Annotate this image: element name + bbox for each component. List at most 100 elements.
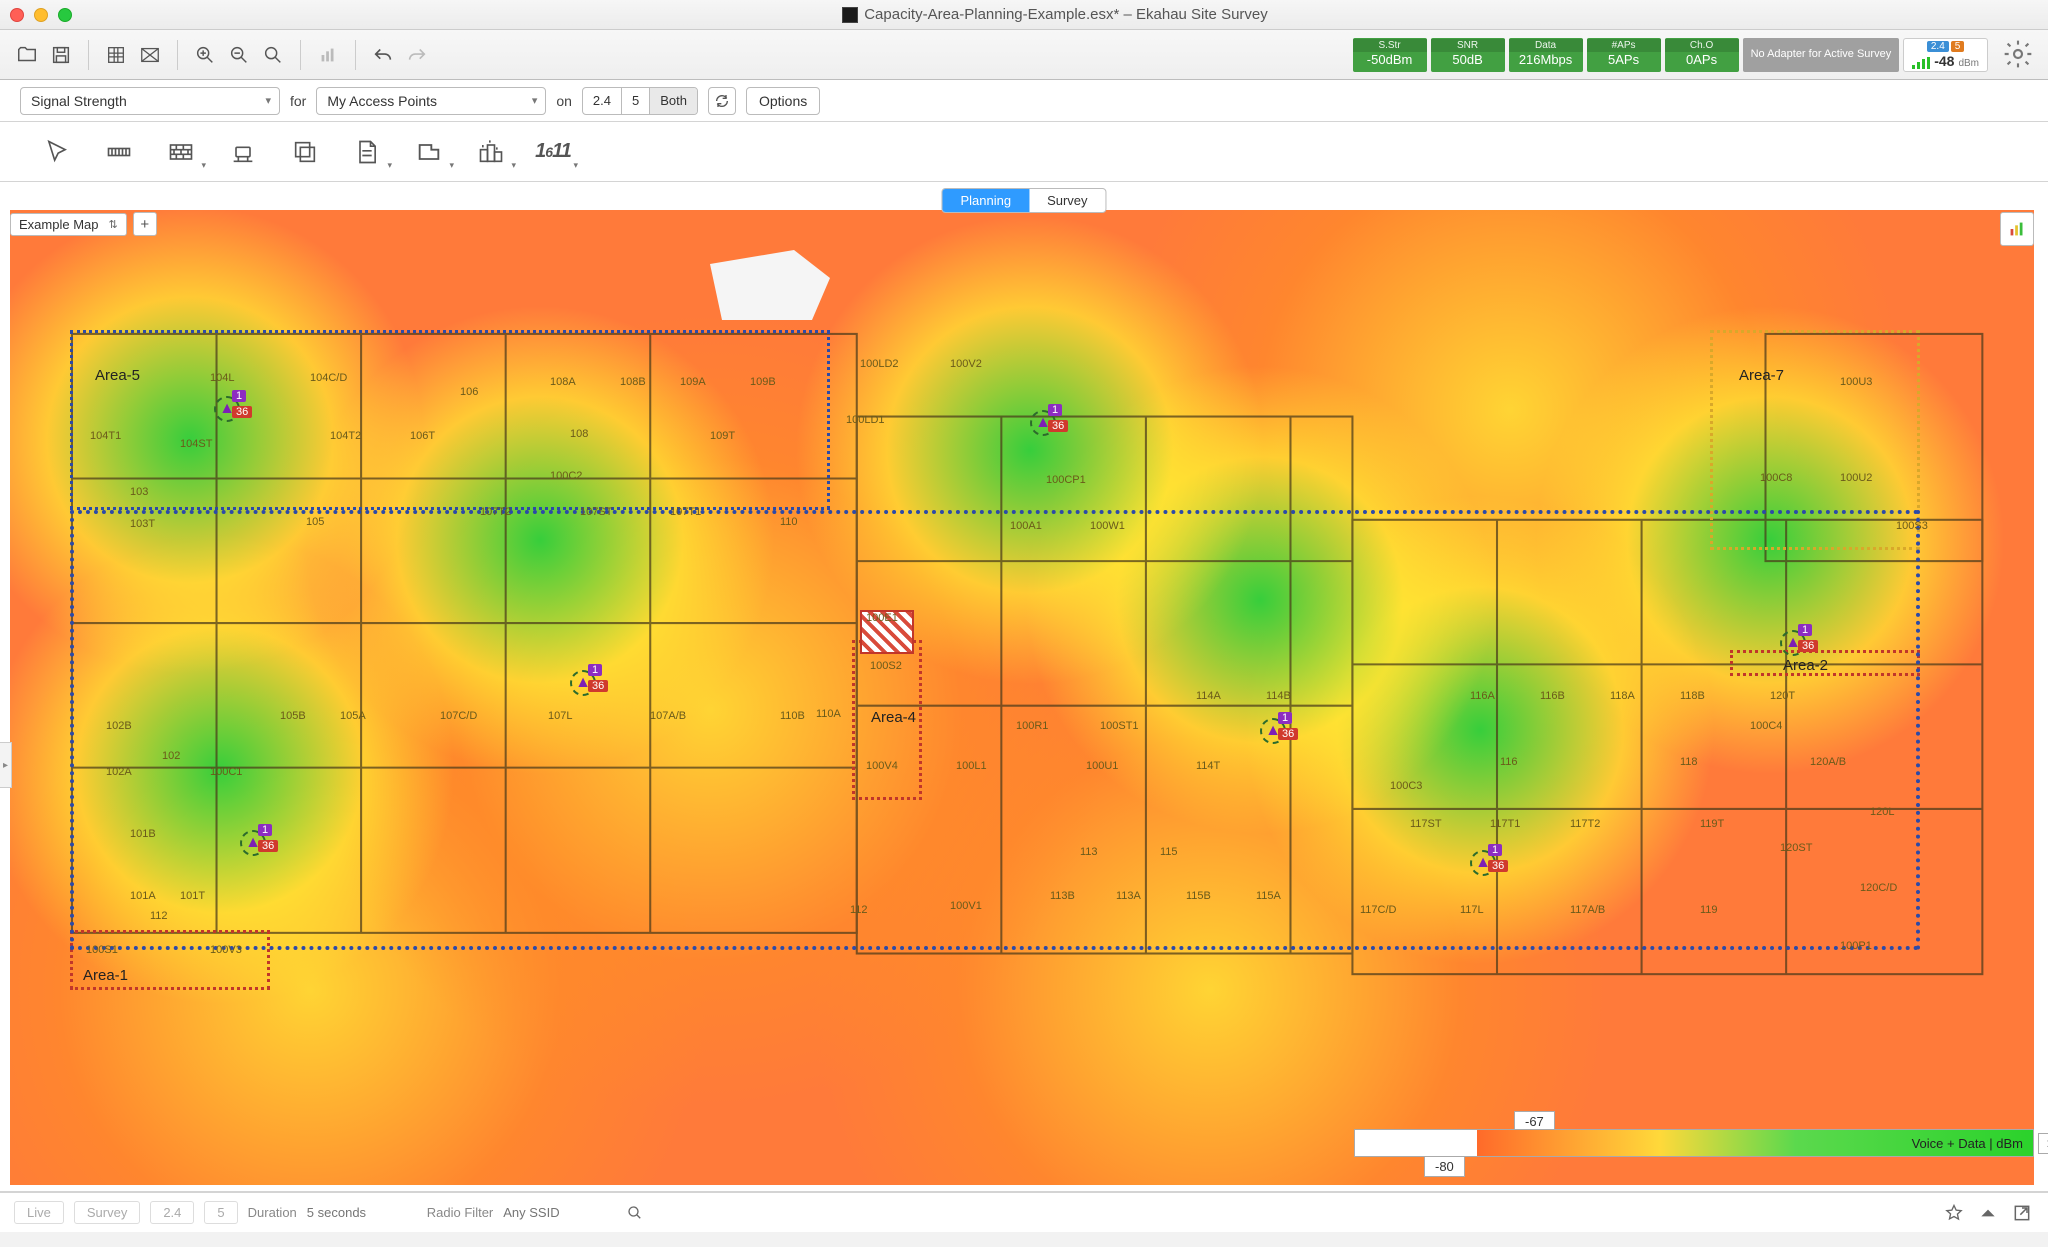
badge-cho: Ch.O0APs	[1665, 38, 1739, 72]
room-label: 107T1	[670, 506, 701, 518]
save-icon[interactable]	[48, 42, 74, 68]
room-label: 100V3	[210, 944, 242, 956]
ap-marker[interactable]: ▲136	[1470, 850, 1496, 876]
room-label: 120A/B	[1810, 756, 1846, 768]
collapse-up-icon[interactable]	[1976, 1201, 2000, 1225]
sidebar-expand-handle[interactable]: ▸	[0, 742, 12, 788]
building-tool-icon[interactable]	[474, 135, 508, 169]
room-label: 118B	[1680, 690, 1705, 702]
survey-button[interactable]: Survey	[74, 1201, 140, 1224]
room-label: 104T1	[90, 430, 121, 442]
options-button[interactable]: Options	[746, 87, 820, 115]
map-dropdown[interactable]: Example Map	[10, 213, 127, 236]
room-label: 116B	[1540, 690, 1565, 702]
band-24: 2.4	[1927, 41, 1949, 52]
zoom-window[interactable]	[58, 8, 72, 22]
room-label: 119T	[1700, 818, 1724, 830]
ap-select[interactable]: My Access Points	[316, 87, 546, 115]
zoom-fit-icon[interactable]	[260, 42, 286, 68]
legend-toggle-button[interactable]	[2000, 212, 2034, 246]
band-group: 2.4 5 Both	[582, 87, 698, 115]
legend-marker-80[interactable]: -80	[1424, 1156, 1465, 1177]
tab-planning[interactable]: Planning	[942, 189, 1029, 212]
floorplan-layer	[10, 210, 2034, 1185]
ap-marker[interactable]: ▲136	[240, 830, 266, 856]
band-24-button[interactable]: 2.4	[583, 88, 621, 114]
duration-label: Duration	[248, 1205, 297, 1220]
mode-tabs: Planning Survey	[941, 188, 1106, 213]
search-icon[interactable]	[623, 1201, 647, 1225]
tools-bar: 1611	[0, 122, 2048, 182]
chart-icon[interactable]	[315, 42, 341, 68]
copy-tool-icon[interactable]	[288, 135, 322, 169]
grid1-icon[interactable]	[103, 42, 129, 68]
refresh-button[interactable]	[708, 87, 736, 115]
sig-reading: -48	[1934, 53, 1954, 69]
room-label: 100U3	[1840, 376, 1872, 388]
scale-tool-icon[interactable]	[102, 135, 136, 169]
color-legend[interactable]: -67 Voice + Data | dBm -80 >= 0	[1354, 1129, 2034, 1157]
redo-icon[interactable]	[404, 42, 430, 68]
canvas-area: ▸ Planning Survey Example Map +	[0, 182, 2048, 1192]
ap-marker[interactable]: ▲136	[570, 670, 596, 696]
zoom-out-icon[interactable]	[226, 42, 252, 68]
room-label: 107T2	[480, 506, 511, 518]
room-label: 100V4	[866, 760, 898, 772]
app-icon	[842, 7, 858, 23]
badge-snr: SNR50dB	[1431, 38, 1505, 72]
room-label: 103T	[130, 518, 155, 530]
heatmap-canvas[interactable]: Area-5 Area-1 Area-7 Area-2 Area-4 ▲136 …	[10, 210, 2034, 1185]
ap-tool-icon[interactable]	[226, 135, 260, 169]
status-bar: Live Survey 2.4 5 Duration Radio Filter	[0, 1192, 2048, 1232]
room-label: 100LD1	[846, 414, 885, 426]
room-label: 116A	[1470, 690, 1495, 702]
settings-gear-icon[interactable]	[2002, 38, 2034, 70]
minimize-window[interactable]	[34, 8, 48, 22]
ap-marker[interactable]: ▲136	[214, 396, 240, 422]
star-icon[interactable]	[1942, 1201, 1966, 1225]
zoom-in-icon[interactable]	[192, 42, 218, 68]
area-label-4: Area-4	[868, 708, 919, 727]
close-window[interactable]	[10, 8, 24, 22]
live-button[interactable]: Live	[14, 1201, 64, 1224]
ap-marker[interactable]: ▲136	[1260, 718, 1286, 744]
ssid-input[interactable]	[503, 1205, 613, 1220]
open-icon[interactable]	[14, 42, 40, 68]
ap-marker[interactable]: ▲136	[1030, 410, 1056, 436]
room-label: 117T2	[1570, 818, 1600, 830]
metric-select[interactable]: Signal Strength	[20, 87, 280, 115]
room-label: 105B	[280, 710, 306, 722]
room-label: 100ST1	[1100, 720, 1139, 732]
room-label: 104T2	[330, 430, 361, 442]
room-label: 100P1	[1840, 940, 1872, 952]
duration-input[interactable]	[307, 1205, 417, 1220]
grid2-icon[interactable]	[137, 42, 163, 68]
popout-icon[interactable]	[2010, 1201, 2034, 1225]
pointer-tool-icon[interactable]	[40, 135, 74, 169]
room-label: 100C8	[1760, 472, 1792, 484]
tab-survey[interactable]: Survey	[1029, 189, 1105, 212]
band-5-button[interactable]: 5	[621, 88, 649, 114]
legend-marker-gte0[interactable]: >= 0	[2038, 1133, 2048, 1154]
sb-band-5[interactable]: 5	[204, 1201, 237, 1224]
ap-marker[interactable]: ▲136	[1780, 630, 1806, 656]
room-label: 100R1	[1016, 720, 1048, 732]
room-label: 116	[1500, 756, 1518, 768]
notes-tool-icon[interactable]	[350, 135, 384, 169]
area-tool-icon[interactable]	[412, 135, 446, 169]
add-map-button[interactable]: +	[133, 212, 157, 236]
sb-band-24[interactable]: 2.4	[150, 1201, 194, 1224]
map-selector: Example Map +	[10, 212, 157, 236]
band-both-button[interactable]: Both	[649, 88, 697, 114]
room-label: 106	[460, 386, 478, 398]
label-for: for	[290, 93, 306, 109]
room-label: 114A	[1196, 690, 1221, 702]
wall-tool-icon[interactable]	[164, 135, 198, 169]
room-label: 109A	[680, 376, 706, 388]
room-label: 108B	[620, 376, 646, 388]
undo-icon[interactable]	[370, 42, 396, 68]
room-label: 117C/D	[1360, 904, 1396, 916]
room-label: 108	[570, 428, 588, 440]
channel-tool-icon[interactable]: 1611	[536, 135, 570, 169]
room-label: 107L	[548, 710, 572, 722]
